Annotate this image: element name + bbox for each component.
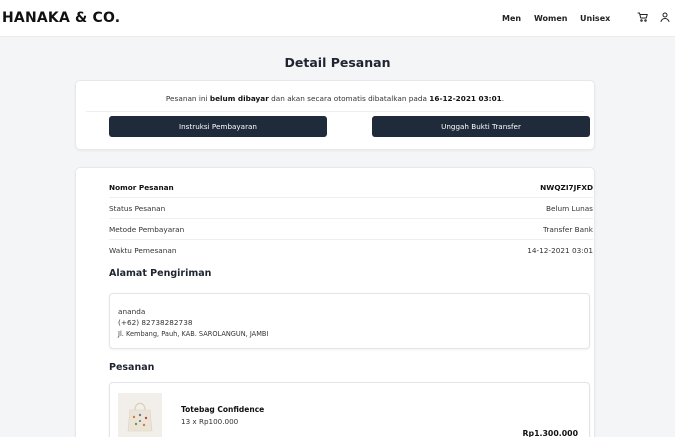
notice-status: belum dibayar [209,94,269,103]
divider [86,111,584,112]
row-label: Metode Pembayaran [109,225,185,234]
order-time-value: 14-12-2021 03:01 [527,246,593,255]
order-items-title: Pesanan [109,362,155,373]
order-number-row: Nomor Pesanan NWQZI7JFXD [109,177,593,198]
order-item-card: Totebag Confidence 13 x Rp100.000 Rp1.30… [109,382,590,437]
payment-notice-card: Pesanan ini belum dibayar dan akan secar… [75,80,595,150]
order-number-value: NWQZI7JFXD [540,183,593,192]
product-name[interactable]: Totebag Confidence [181,405,264,414]
product-total-price: Rp1.300.000 [522,429,578,437]
payment-method-row: Metode Pembayaran Transfer Bank [109,219,593,240]
order-detail-card: Nomor Pesanan NWQZI7JFXD Status Pesanan … [75,167,595,437]
recipient-phone: (+62) 82738282738 [118,318,193,327]
row-label: Waktu Pemesanan [109,246,177,255]
recipient-name: ananda [118,307,146,316]
row-label: Status Pesanan [109,204,166,213]
payment-notice-text: Pesanan ini belum dibayar dan akan secar… [76,94,594,103]
product-thumbnail[interactable] [118,393,162,437]
notice-suffix: . [501,94,505,103]
payment-instructions-button[interactable]: Instruksi Pembayaran [109,116,327,137]
notice-prefix: Pesanan ini [165,94,210,103]
notice-deadline: 16-12-2021 03:01 [429,94,502,103]
shipping-address-title: Alamat Pengiriman [109,268,212,279]
order-status-row: Status Pesanan Belum Lunas [109,198,593,219]
product-quantity-price: 13 x Rp100.000 [181,417,239,426]
user-icon[interactable] [659,11,671,23]
recipient-street: Jl. Kembang, Pauh, KAB. SAROLANGUN, JAMB… [118,330,269,338]
cart-icon[interactable] [637,11,649,23]
brand-logo[interactable]: HANAKA & CO. [2,10,120,26]
page-title: Detail Pesanan [284,55,391,70]
order-time-row: Waktu Pemesanan 14-12-2021 03:01 [109,240,593,261]
order-status-value: Belum Lunas [545,204,593,213]
top-navbar: HANAKA & CO. Men Women Unisex [0,0,675,37]
nav-women[interactable]: Women [534,14,568,23]
upload-transfer-proof-button[interactable]: Unggah Bukti Transfer [372,116,590,137]
row-label: Nomor Pesanan [109,183,174,192]
notice-middle: dan akan secara otomatis dibatalkan pada [268,94,430,103]
nav-men[interactable]: Men [502,14,521,23]
shipping-address-card: ananda (+62) 82738282738 Jl. Kembang, Pa… [109,293,590,349]
payment-method-value: Transfer Bank [543,225,593,234]
nav-unisex[interactable]: Unisex [580,14,610,23]
